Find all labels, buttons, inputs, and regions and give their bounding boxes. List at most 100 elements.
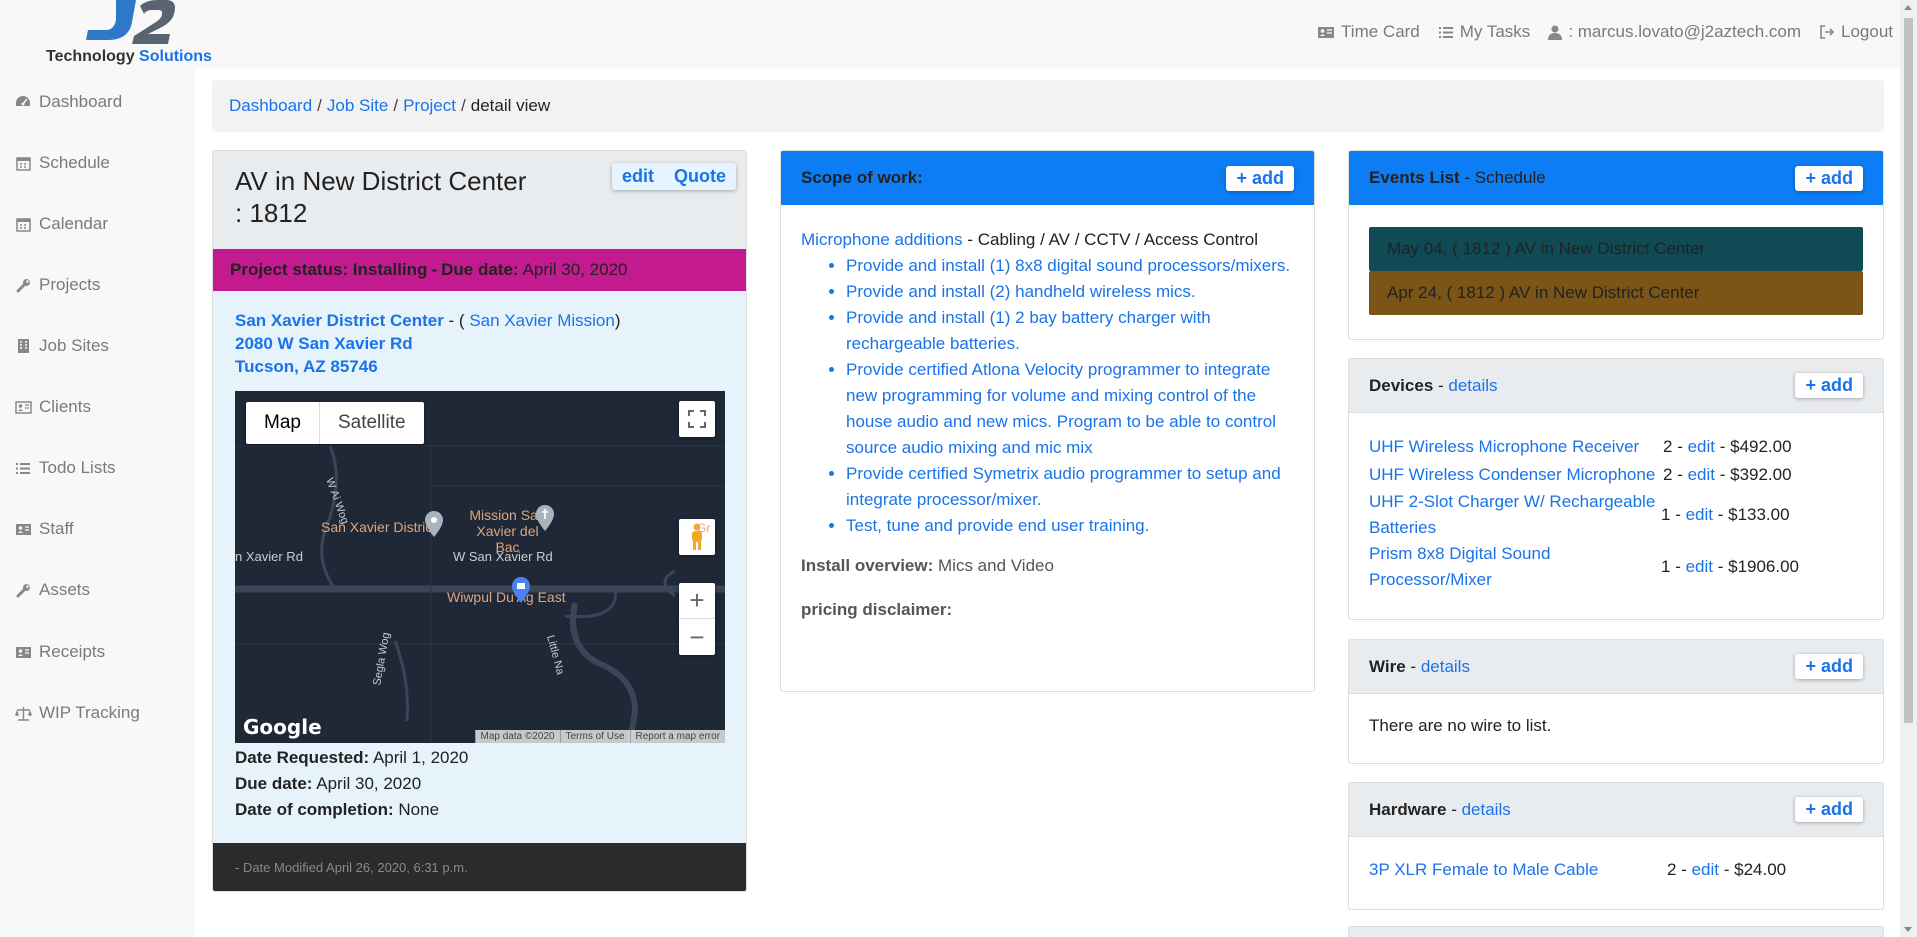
school-pin-icon[interactable] bbox=[512, 577, 530, 603]
project-card-header: AV in New District Center : 1812 edit Qu… bbox=[213, 151, 746, 249]
devices-details-link[interactable]: details bbox=[1448, 376, 1497, 395]
church-pin-icon[interactable] bbox=[536, 505, 554, 531]
sidebar-item-dashboard[interactable]: Dashboard bbox=[14, 87, 122, 117]
sidebar-item-todo-lists[interactable]: Todo Lists bbox=[14, 453, 116, 483]
device-edit-link[interactable]: edit bbox=[1688, 465, 1715, 484]
device-edit-link[interactable]: edit bbox=[1686, 557, 1713, 576]
add-event-button[interactable]: + add bbox=[1795, 165, 1863, 191]
satellite-tab[interactable]: Satellite bbox=[320, 402, 424, 444]
fullscreen-icon bbox=[688, 410, 706, 428]
add-hardware-button[interactable]: + add bbox=[1795, 797, 1863, 822]
scope-list-item[interactable]: Provide and install (2) handheld wireles… bbox=[846, 279, 1294, 305]
brand-name: Technology Solutions bbox=[46, 48, 212, 65]
hardware-row: 3P XLR Female to Male Cable 2 - edit - $… bbox=[1349, 857, 1883, 883]
edit-project-button[interactable]: edit bbox=[612, 163, 664, 190]
sidebar-item-projects[interactable]: Projects bbox=[14, 270, 100, 300]
scope-list-item-text: Provide and install (2) handheld wireles… bbox=[846, 282, 1196, 301]
google-logo: Google bbox=[243, 715, 322, 739]
device-name-link[interactable]: UHF Wireless Microphone Receiver bbox=[1369, 434, 1661, 460]
wire-details-link[interactable]: details bbox=[1421, 657, 1470, 676]
devices-header: Devices - details + add bbox=[1349, 359, 1883, 413]
event-item[interactable]: Apr 24, ( 1812 ) AV in New District Cent… bbox=[1369, 271, 1863, 315]
scope-list-item[interactable]: Provide certified Symetrix audio program… bbox=[846, 461, 1294, 513]
device-name-link[interactable]: UHF 2-Slot Charger W/ Rechargeable Batte… bbox=[1369, 489, 1659, 541]
brand-logo[interactable]: Technology Solutions bbox=[44, 0, 234, 68]
scope-list-item[interactable]: Provide and install (1) 8x8 digital soun… bbox=[846, 253, 1294, 279]
device-name-link[interactable]: Prism 8x8 Digital Sound Processor/Mixer bbox=[1369, 541, 1559, 593]
scope-header: Scope of work: + add bbox=[781, 151, 1314, 205]
wrench-icon bbox=[14, 581, 32, 599]
map-type-toggle: Map Satellite bbox=[246, 402, 424, 444]
hardware-edit-link[interactable]: edit bbox=[1692, 860, 1719, 879]
sidebar-item-schedule[interactable]: Schedule bbox=[14, 148, 110, 178]
report-map-error-link[interactable]: Report a map error bbox=[629, 730, 725, 743]
terms-of-use-link[interactable]: Terms of Use bbox=[559, 730, 630, 743]
scope-list-item-text: Provide and install (1) 8x8 digital soun… bbox=[846, 256, 1291, 275]
sidebar-item-job-sites[interactable]: Job Sites bbox=[14, 331, 109, 361]
sidebar-item-clients[interactable]: Clients bbox=[14, 392, 91, 422]
zoom-in-button[interactable]: + bbox=[679, 583, 715, 619]
breadcrumb: Dashboard / Job Site / Project / detail … bbox=[212, 80, 1884, 132]
event-item[interactable]: May 04, ( 1812 ) AV in New District Cent… bbox=[1369, 227, 1863, 271]
add-wire-button[interactable]: + add bbox=[1795, 654, 1863, 679]
list-icon bbox=[1438, 26, 1453, 38]
quote-button[interactable]: Quote bbox=[664, 163, 736, 190]
site-parent-link[interactable]: San Xavier Mission bbox=[469, 311, 615, 330]
fullscreen-button[interactable] bbox=[679, 401, 715, 437]
breadcrumb-job-site[interactable]: Job Site bbox=[327, 96, 388, 116]
due-date-label: Due date: bbox=[441, 260, 519, 279]
breadcrumb-dashboard[interactable]: Dashboard bbox=[229, 96, 312, 116]
scope-list-item[interactable]: Test, tune and provide end user training… bbox=[846, 513, 1294, 539]
device-edit-link[interactable]: edit bbox=[1686, 505, 1713, 524]
address-line-1[interactable]: 2080 W San Xavier Rd bbox=[235, 332, 724, 355]
sidebar-item-calendar[interactable]: Calendar bbox=[14, 209, 108, 239]
j2-logo-mark bbox=[86, 0, 175, 44]
dashboard-icon bbox=[14, 93, 32, 111]
user-account-link[interactable]: : marcus.lovato@j2aztech.com bbox=[1548, 22, 1801, 42]
time-card-link[interactable]: Time Card bbox=[1317, 22, 1420, 42]
logout-link[interactable]: Logout bbox=[1819, 22, 1893, 42]
device-price: $492.00 bbox=[1730, 437, 1792, 456]
events-subtitle: - Schedule bbox=[1459, 168, 1546, 187]
hardware-details-link[interactable]: details bbox=[1462, 800, 1511, 819]
sidebar-item-wip-tracking[interactable]: WIP Tracking bbox=[14, 698, 140, 728]
project-status: Project status: Installing bbox=[230, 260, 428, 279]
scope-list-item-text: Provide certified Symetrix audio program… bbox=[846, 464, 1281, 509]
sidebar-item-staff[interactable]: Staff bbox=[14, 514, 74, 544]
scope-item-link[interactable]: Microphone additions bbox=[801, 230, 963, 249]
device-price: $133.00 bbox=[1728, 505, 1790, 524]
site-map[interactable]: Map Satellite + − San Xavier District Mi… bbox=[235, 391, 725, 743]
breadcrumb-project[interactable]: Project bbox=[403, 96, 456, 116]
map-poi-label: Gr bbox=[697, 521, 711, 535]
scroll-up-arrow[interactable] bbox=[1904, 5, 1912, 10]
map-road-label: W San Xavier Rd bbox=[453, 549, 553, 564]
device-name-link[interactable]: UHF Wireless Condenser Microphone bbox=[1369, 462, 1661, 488]
top-navbar: Time Card My Tasks : marcus.lovato@j2azt… bbox=[1317, 22, 1893, 42]
device-edit-link[interactable]: edit bbox=[1688, 437, 1715, 456]
map-poi-label: Wiwpul Du'Ag East bbox=[447, 589, 566, 605]
map-pin-icon[interactable] bbox=[425, 511, 443, 537]
zoom-out-button[interactable]: − bbox=[679, 619, 715, 655]
address-line-2[interactable]: Tucson, AZ 85746 bbox=[235, 355, 724, 378]
scope-of-work-card: Scope of work: + add Microphone addition… bbox=[780, 150, 1315, 692]
wire-empty-message: There are no wire to list. bbox=[1369, 716, 1552, 735]
site-name-link[interactable]: San Xavier District Center bbox=[235, 311, 444, 330]
add-device-button[interactable]: + add bbox=[1795, 373, 1863, 398]
events-title: Events List bbox=[1369, 168, 1460, 187]
map-tab[interactable]: Map bbox=[246, 402, 320, 444]
hardware-name-link[interactable]: 3P XLR Female to Male Cable bbox=[1369, 857, 1665, 883]
my-tasks-link[interactable]: My Tasks bbox=[1438, 22, 1530, 42]
sidebar-item-assets[interactable]: Assets bbox=[14, 575, 90, 605]
hardware-header: Hardware - details + add bbox=[1349, 783, 1883, 837]
breadcrumb-separator: / bbox=[393, 96, 399, 115]
page-scrollbar[interactable] bbox=[1900, 0, 1917, 937]
completion-value: None bbox=[398, 800, 440, 819]
add-scope-button[interactable]: + add bbox=[1226, 165, 1294, 191]
user-icon bbox=[1548, 25, 1563, 40]
sidebar-item-receipts[interactable]: Receipts bbox=[14, 637, 105, 667]
scroll-down-arrow[interactable] bbox=[1904, 927, 1912, 932]
scope-list-item[interactable]: Provide certified Atlona Velocity progra… bbox=[846, 357, 1294, 461]
scope-list-item-text: Provide and install (1) 2 bay battery ch… bbox=[846, 308, 1211, 353]
scope-list-item[interactable]: Provide and install (1) 2 bay battery ch… bbox=[846, 305, 1294, 357]
scrollbar-thumb[interactable] bbox=[1904, 18, 1913, 723]
